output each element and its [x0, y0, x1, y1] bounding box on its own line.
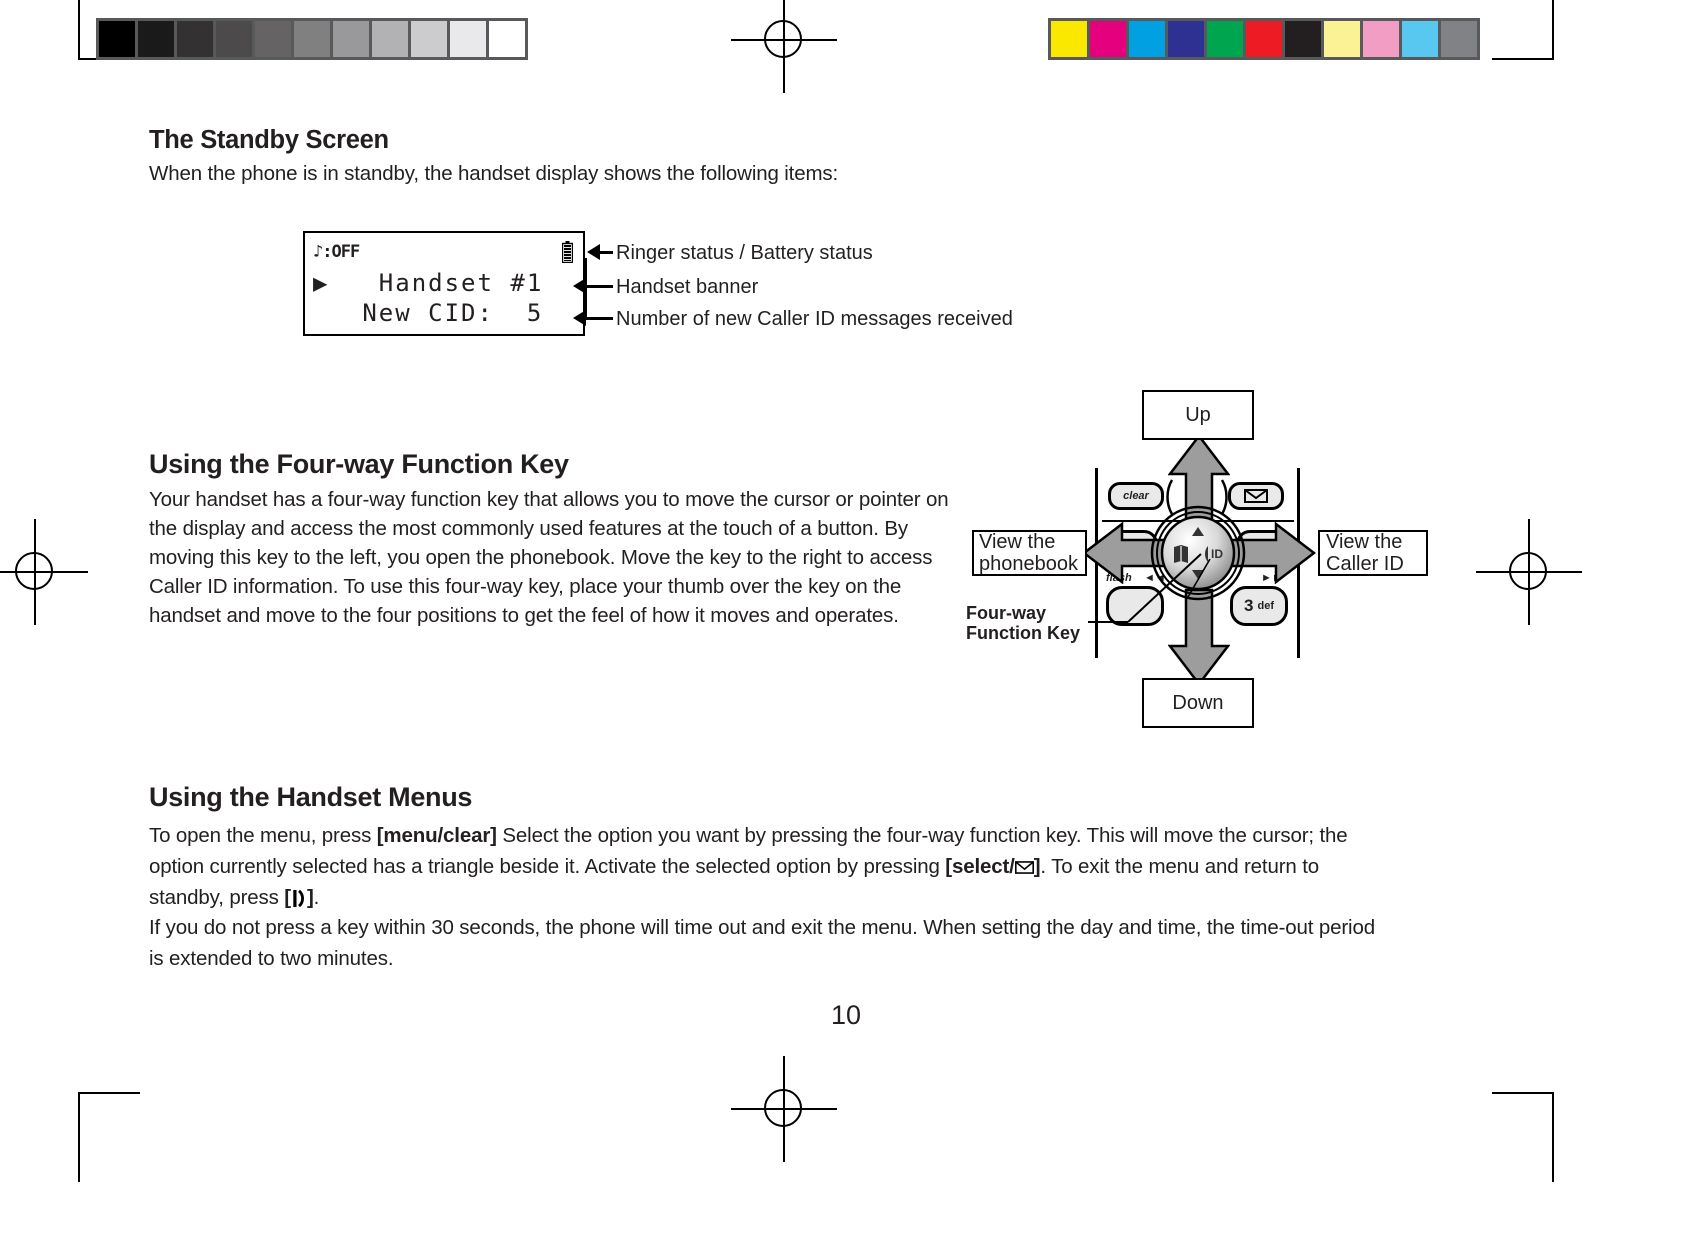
- lcd-handset-banner: ▶ Handset #1: [313, 269, 544, 297]
- label-up: Up: [1142, 390, 1254, 440]
- crop-mark-bottom-right: [1492, 1092, 1554, 1182]
- select-key-reference: [select/: [945, 855, 1015, 878]
- lcd-ringer-status: ♪:OFF: [313, 242, 360, 262]
- menus-text-period: .: [313, 886, 320, 909]
- color-calibration-bar-swatch-4: [1207, 21, 1243, 57]
- label-fourway-line2: Function Key: [966, 623, 1081, 643]
- end-call-icon: [293, 889, 304, 908]
- label-down: Down: [1142, 678, 1254, 728]
- grayscale-calibration-bar-swatch-10: [489, 21, 525, 57]
- envelope-icon: [1014, 861, 1034, 874]
- registration-mark-top: [731, 0, 837, 93]
- crop-mark-top-right: [1492, 0, 1554, 60]
- handset-lcd-display: ♪:OFF ▶ Handset #1 New CID: 5: [303, 231, 585, 336]
- color-calibration-bar-swatch-1: [1090, 21, 1126, 57]
- color-calibration-bar-swatch-10: [1441, 21, 1477, 57]
- label-phonebook-line2: phonebook: [979, 553, 1078, 575]
- grayscale-calibration-bar-swatch-4: [255, 21, 291, 57]
- label-view-caller-id: View the Caller ID: [1318, 530, 1428, 576]
- callout-line-ringer-battery: [599, 251, 613, 254]
- color-calibration-bar-swatch-7: [1324, 21, 1360, 57]
- grayscale-calibration-bar-swatch-2: [177, 21, 213, 57]
- callout-label-handset-banner: Handset banner: [616, 276, 759, 298]
- grayscale-calibration-bar-swatch-3: [216, 21, 252, 57]
- end-call-key-reference-open: [: [284, 886, 291, 909]
- grayscale-calibration-bar-swatch-0: [99, 21, 135, 57]
- paragraph-menus-2: If you do not press a key within 30 seco…: [149, 916, 1375, 970]
- caller-id-icon: ID: [1205, 546, 1223, 562]
- crop-mark-bottom-left: [78, 1092, 140, 1182]
- paragraph-four-way-body: Your handset has a four-way function key…: [149, 488, 949, 627]
- grayscale-calibration-bar-swatch-9: [450, 21, 486, 57]
- callout-label-ringer-battery: Ringer status / Battery status: [616, 242, 873, 264]
- grayscale-calibration-bar-swatch-5: [294, 21, 330, 57]
- color-calibration-bar-swatch-3: [1168, 21, 1204, 57]
- heading-four-way-function-key: Using the Four-way Function Key: [149, 449, 569, 479]
- grayscale-calibration-bar-swatch-8: [411, 21, 447, 57]
- menus-text-a: To open the menu, press: [149, 824, 377, 847]
- color-calibration-bar-swatch-5: [1246, 21, 1282, 57]
- registration-mark-left: [0, 519, 88, 625]
- battery-icon: [562, 241, 573, 263]
- grayscale-calibration-bar: [96, 18, 528, 60]
- color-calibration-bar-swatch-9: [1402, 21, 1438, 57]
- three-key-letters: def: [1257, 600, 1274, 612]
- clear-key-label: clear: [1123, 490, 1149, 502]
- callout-label-new-cid: Number of new Caller ID messages receive…: [616, 308, 1013, 330]
- label-callerid-line2: Caller ID: [1326, 553, 1404, 575]
- four-way-function-key-diagram: clear flash ◄◄ ►► 3 def ▸: [960, 390, 1430, 740]
- label-callerid-line1: View the: [1326, 531, 1403, 553]
- grayscale-calibration-bar-swatch-7: [372, 21, 408, 57]
- label-up-text: Up: [1185, 403, 1211, 426]
- heading-handset-menus: Using the Handset Menus: [149, 782, 473, 812]
- grayscale-calibration-bar-swatch-6: [333, 21, 369, 57]
- callout-line-handset-banner: [585, 285, 613, 288]
- paragraph-standby-intro: When the phone is in standby, the handse…: [149, 162, 839, 185]
- label-down-text: Down: [1172, 691, 1224, 714]
- color-calibration-bar-swatch-6: [1285, 21, 1321, 57]
- heading-standby-screen: The Standby Screen: [149, 126, 389, 154]
- leader-line-four-way: [1088, 553, 1202, 623]
- color-calibration-bar: [1048, 18, 1480, 60]
- color-calibration-bar-swatch-0: [1051, 21, 1087, 57]
- envelope-icon: [1244, 489, 1268, 503]
- svg-text:ID: ID: [1211, 547, 1223, 561]
- menu-clear-key-reference: [menu/clear]: [376, 824, 497, 847]
- label-fourway-line1: Four-way: [966, 603, 1047, 623]
- color-calibration-bar-swatch-2: [1129, 21, 1165, 57]
- end-call-key-reference-close: ]: [306, 886, 314, 909]
- label-phonebook-line1: View the: [979, 531, 1056, 553]
- lcd-new-cid-count: New CID: 5: [313, 299, 544, 327]
- registration-mark-right: [1476, 519, 1582, 625]
- page-number: 10: [830, 1000, 862, 1030]
- callout-line-new-cid: [585, 317, 613, 320]
- label-view-phonebook: View the phonebook: [972, 530, 1087, 576]
- color-calibration-bar-swatch-8: [1363, 21, 1399, 57]
- grayscale-calibration-bar-swatch-1: [138, 21, 174, 57]
- paragraph-menus-1: To open the menu, press [menu/clear] Sel…: [149, 820, 1394, 913]
- label-four-way-function-key: Four-way Function Key: [966, 603, 1080, 643]
- registration-mark-bottom: [731, 1056, 837, 1162]
